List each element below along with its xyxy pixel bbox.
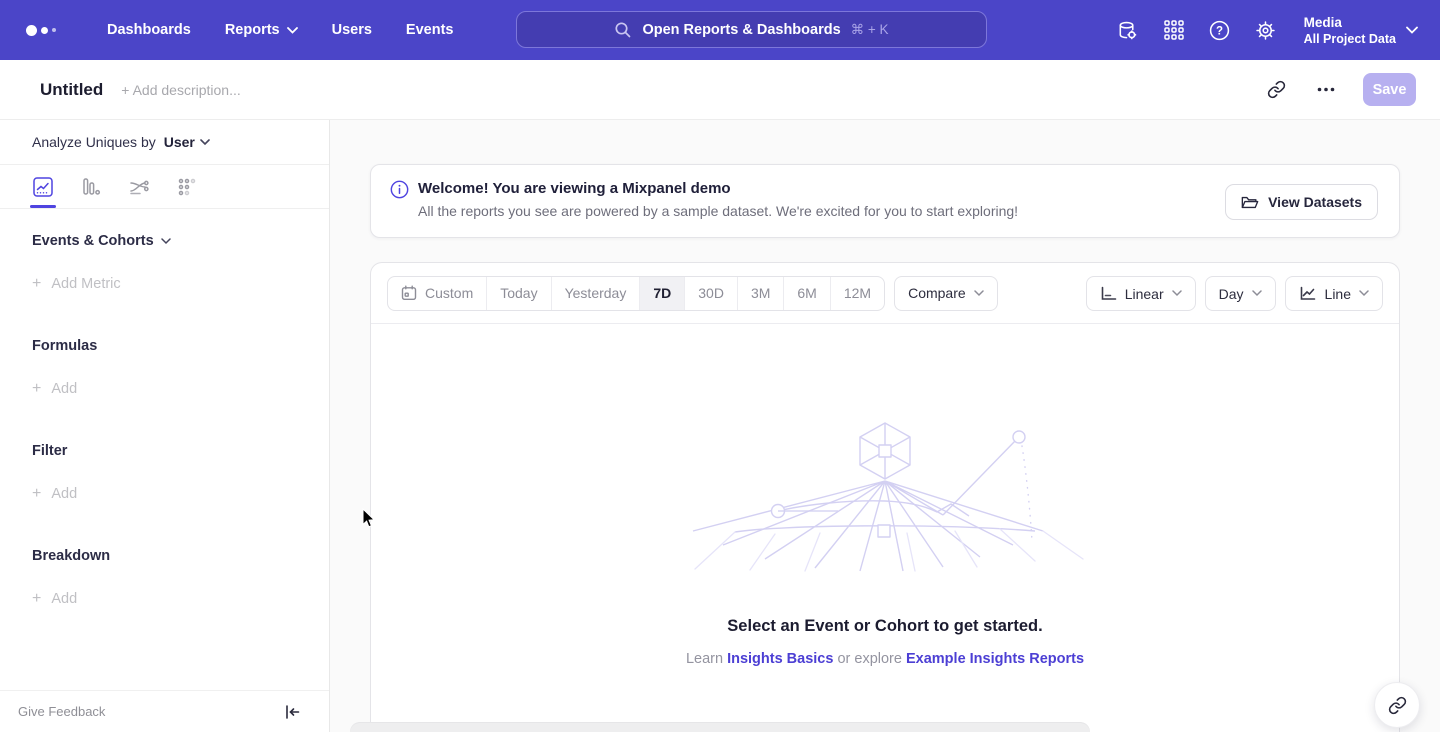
svg-text:?: ? [1216,25,1223,37]
chevron-down-icon [287,27,298,34]
analyze-unit-selector[interactable]: User [164,134,210,150]
top-nav: Dashboards Reports Users Events Open Rep… [0,0,1440,60]
range-6m-button[interactable]: 6M [783,277,829,310]
tab-metric-icon[interactable] [174,165,200,208]
query-builder-sidebar: Analyze Uniques by User Events & Cohorts… [0,120,330,732]
plus-icon: + [32,486,41,502]
welcome-banner: Welcome! You are viewing a Mixpanel demo… [370,164,1400,238]
range-today-button[interactable]: Today [486,277,550,310]
plus-icon: + [32,381,41,397]
range-30d-button[interactable]: 30D [684,277,737,310]
analyze-row: Analyze Uniques by User [0,120,329,165]
section-events-cohorts[interactable]: Events & Cohorts [32,233,329,249]
settings-gear-icon[interactable] [1254,18,1278,42]
project-scope: All Project Data [1304,31,1396,47]
empty-state-illustration [675,419,1095,574]
report-title[interactable]: Untitled [40,80,103,100]
add-filter-button[interactable]: + Add [32,486,329,502]
nav-item-dashboards[interactable]: Dashboards [90,0,208,60]
empty-chart-area: Select an Event or Cohort to get started… [371,324,1399,732]
plus-icon: + [32,591,41,607]
chevron-down-icon [1359,290,1369,297]
chevron-down-icon [1252,290,1262,297]
date-range-segmented-control: Custom Today Yesterday 7D 30D 3M 6M 12M [387,276,885,311]
tab-bar-chart-icon[interactable] [78,165,104,208]
range-3m-button[interactable]: 3M [737,277,783,310]
example-insights-reports-link[interactable]: Example Insights Reports [906,651,1084,667]
calendar-icon [401,285,417,301]
search-icon [614,21,632,39]
project-name: Media [1304,14,1396,31]
nav-right: ? Media All Project Data [1116,0,1418,60]
save-button[interactable]: Save [1363,73,1416,106]
range-custom-button[interactable]: Custom [388,277,486,310]
data-management-icon[interactable] [1116,18,1140,42]
banner-body: All the reports you see are powered by a… [418,203,1018,219]
give-feedback-link[interactable]: Give Feedback [18,704,105,719]
range-12m-button[interactable]: 12M [830,277,884,310]
add-formula-button[interactable]: + Add [32,381,329,397]
main-content: Welcome! You are viewing a Mixpanel demo… [330,120,1440,732]
copy-link-icon[interactable] [1263,77,1289,103]
info-icon [390,180,409,199]
nav-item-events[interactable]: Events [389,0,471,60]
collapse-sidebar-icon[interactable] [279,699,305,725]
share-link-fab[interactable] [1374,682,1420,728]
mixpanel-logo[interactable] [26,25,66,36]
nav-items: Dashboards Reports Users Events [90,0,470,60]
interval-selector[interactable]: Day [1205,276,1276,311]
axis-icon [1100,286,1117,301]
bottom-panel-peek[interactable] [350,722,1090,732]
plus-icon: + [32,276,41,292]
tab-line-chart-icon[interactable] [30,165,56,208]
empty-state-title: Select an Event or Cohort to get started… [371,617,1399,636]
empty-state-subtitle: Learn Insights Basics or explore Example… [371,651,1399,667]
report-card: Custom Today Yesterday 7D 30D 3M 6M 12M … [370,262,1400,732]
visualization-tabs [0,165,329,209]
section-breakdown: Breakdown [32,548,329,564]
insights-basics-link[interactable]: Insights Basics [727,651,833,667]
banner-title: Welcome! You are viewing a Mixpanel demo [418,180,731,197]
chevron-down-icon [1406,26,1418,34]
search-shortcut: ⌘ + K [851,22,889,38]
apps-grid-icon[interactable] [1162,18,1186,42]
chart-controls: Custom Today Yesterday 7D 30D 3M 6M 12M … [371,263,1399,324]
line-chart-icon [1299,286,1317,301]
scale-selector[interactable]: Linear [1086,276,1196,311]
chevron-down-icon [1172,290,1182,297]
chart-type-selector[interactable]: Line [1285,276,1383,311]
report-header: Untitled + Add description... Save [0,60,1440,120]
add-description-field[interactable]: + Add description... [121,82,240,98]
compare-button[interactable]: Compare [894,276,998,311]
tab-flow-icon[interactable] [126,165,152,208]
add-breakdown-button[interactable]: + Add [32,591,329,607]
range-yesterday-button[interactable]: Yesterday [551,277,640,310]
section-filter: Filter [32,443,329,459]
help-icon[interactable]: ? [1208,18,1232,42]
more-options-icon[interactable] [1313,77,1339,103]
add-metric-button[interactable]: + Add Metric [32,276,329,292]
section-formulas: Formulas [32,338,329,354]
chevron-down-icon [974,290,984,297]
nav-item-users[interactable]: Users [315,0,389,60]
folder-icon [1241,195,1259,210]
view-datasets-button[interactable]: View Datasets [1225,184,1378,220]
analyze-prefix: Analyze Uniques by [32,134,156,150]
range-7d-button[interactable]: 7D [639,277,684,310]
search-placeholder: Open Reports & Dashboards [642,22,840,38]
nav-item-reports[interactable]: Reports [208,0,315,60]
global-search[interactable]: Open Reports & Dashboards ⌘ + K [516,11,987,48]
project-switcher[interactable]: Media All Project Data [1304,14,1418,47]
